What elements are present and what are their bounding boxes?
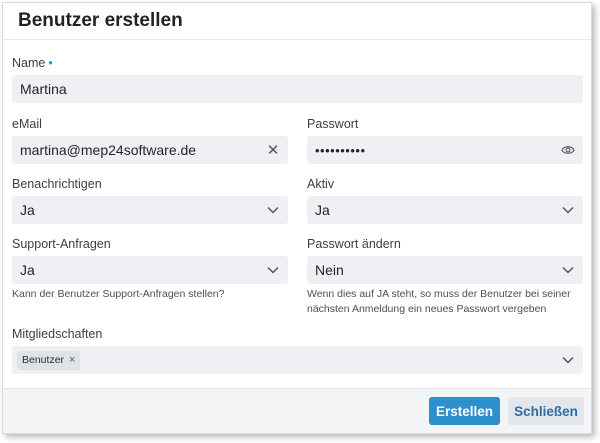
- password-value: ••••••••••: [315, 142, 366, 158]
- passwort-aendern-hint: Wenn dies auf JA steht, so muss der Benu…: [307, 287, 571, 317]
- passwort-aendern-value: Nein: [315, 262, 344, 278]
- passwort-aendern-hint-line2: nächsten Anmeldung ein neues Passwort ve…: [307, 303, 547, 315]
- support-select[interactable]: Ja: [12, 256, 288, 284]
- support-label: Support-Anfragen: [12, 237, 111, 251]
- passwort-aendern-label: Passwort ändern: [307, 237, 401, 251]
- eye-icon[interactable]: [561, 143, 575, 157]
- name-value: Martina: [20, 81, 67, 97]
- remove-tag-icon[interactable]: ×: [69, 354, 75, 366]
- benachrichtigen-label: Benachrichtigen: [12, 177, 102, 191]
- name-input[interactable]: Martina: [12, 75, 583, 103]
- chevron-down-icon: [561, 353, 575, 367]
- email-label: eMail: [12, 117, 42, 131]
- required-marker: •: [48, 56, 53, 70]
- name-label-text: Name: [12, 56, 46, 70]
- membership-tag-label: Benutzer: [22, 354, 65, 367]
- password-input[interactable]: ••••••••••: [307, 136, 583, 164]
- aktiv-select[interactable]: Ja: [307, 196, 583, 224]
- close-button[interactable]: Schließen: [508, 397, 584, 425]
- dialog-footer: Erstellen Schließen: [3, 388, 591, 433]
- chevron-down-icon: [561, 203, 575, 217]
- name-label: Name •: [12, 56, 53, 70]
- support-hint: Kann der Benutzer Support-Anfragen stell…: [12, 288, 225, 300]
- close-icon[interactable]: ✕: [266, 141, 280, 159]
- chevron-down-icon: [561, 263, 575, 277]
- password-label: Passwort: [307, 117, 359, 131]
- create-button[interactable]: Erstellen: [429, 397, 500, 425]
- mitgliedschaften-select[interactable]: Benutzer ×: [12, 346, 583, 374]
- chevron-down-icon: [266, 263, 280, 277]
- passwort-aendern-select[interactable]: Nein: [307, 256, 583, 284]
- benachrichtigen-value: Ja: [20, 202, 35, 218]
- email-value: martina@mep24software.de: [20, 142, 197, 158]
- chevron-down-icon: [266, 203, 280, 217]
- benachrichtigen-select[interactable]: Ja: [12, 196, 288, 224]
- email-input[interactable]: martina@mep24software.de ✕: [12, 136, 288, 164]
- create-user-dialog: Benutzer erstellen Name • Martina eMail m…: [2, 2, 592, 434]
- passwort-aendern-hint-line1: Wenn dies auf JA steht, so muss der Benu…: [307, 288, 571, 300]
- dialog-header: Benutzer erstellen: [3, 3, 591, 40]
- support-value: Ja: [20, 262, 35, 278]
- dialog-title: Benutzer erstellen: [18, 10, 183, 31]
- mitgliedschaften-tags: Benutzer ×: [17, 350, 561, 370]
- membership-tag: Benutzer ×: [17, 350, 81, 370]
- mitgliedschaften-label: Mitgliedschaften: [12, 327, 103, 341]
- aktiv-value: Ja: [315, 202, 330, 218]
- aktiv-label: Aktiv: [307, 177, 335, 191]
